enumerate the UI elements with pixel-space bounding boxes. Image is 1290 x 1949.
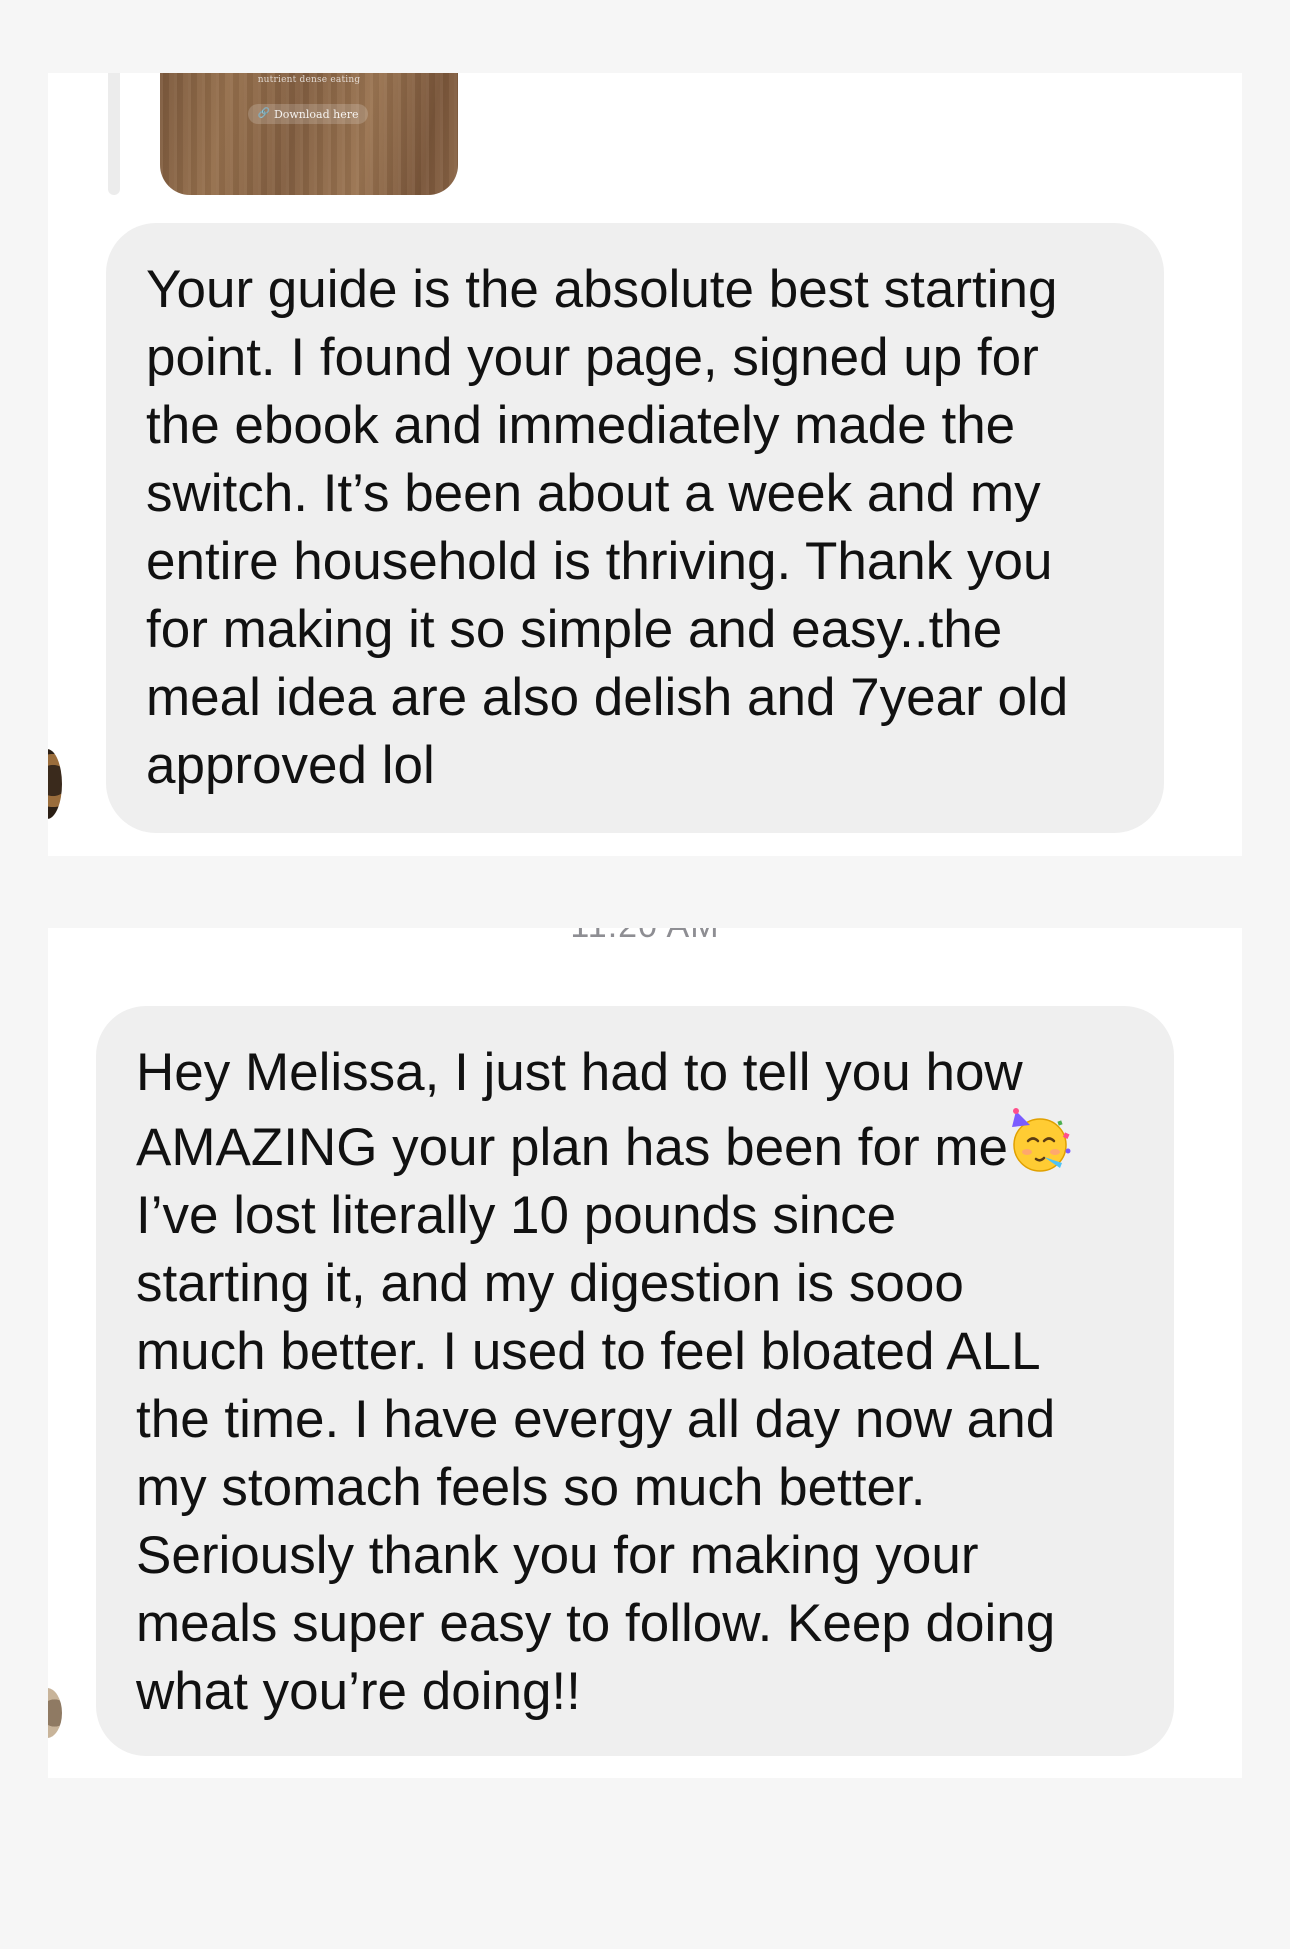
- conversation-card-top: nutrient dense eating 🔗 Download here Yo…: [48, 73, 1242, 856]
- link-icon: 🔗: [257, 108, 270, 119]
- reply-indicator-bar: [108, 73, 120, 195]
- message-bubble-2[interactable]: Hey Melissa, I just had to tell you how …: [96, 1006, 1174, 1756]
- message-timestamp: 11:20 AM: [48, 928, 1242, 946]
- partying-face-emoji-icon: [1011, 1108, 1071, 1172]
- conversation-card-bottom: 11:20 AM Hey Melissa, I just had to tell…: [48, 928, 1242, 1778]
- download-link-label: Download here: [273, 107, 359, 121]
- sender-avatar[interactable]: [48, 1688, 62, 1738]
- message-text-2-part-2: I’ve lost literally 10 pounds since star…: [136, 1186, 1056, 1721]
- screenshot-page: nutrient dense eating 🔗 Download here Yo…: [0, 0, 1290, 1949]
- message-bubble-1[interactable]: Your guide is the absolute best starting…: [106, 223, 1164, 833]
- download-link-button[interactable]: 🔗 Download here: [248, 104, 368, 124]
- message-text-2-part-1: Hey Melissa, I just had to tell you how …: [136, 1043, 1023, 1177]
- sender-avatar[interactable]: [48, 749, 62, 819]
- shared-post-preview[interactable]: nutrient dense eating 🔗 Download here: [160, 73, 458, 195]
- shared-post-caption: nutrient dense eating: [257, 75, 361, 85]
- message-text-1: Your guide is the absolute best starting…: [146, 260, 1069, 795]
